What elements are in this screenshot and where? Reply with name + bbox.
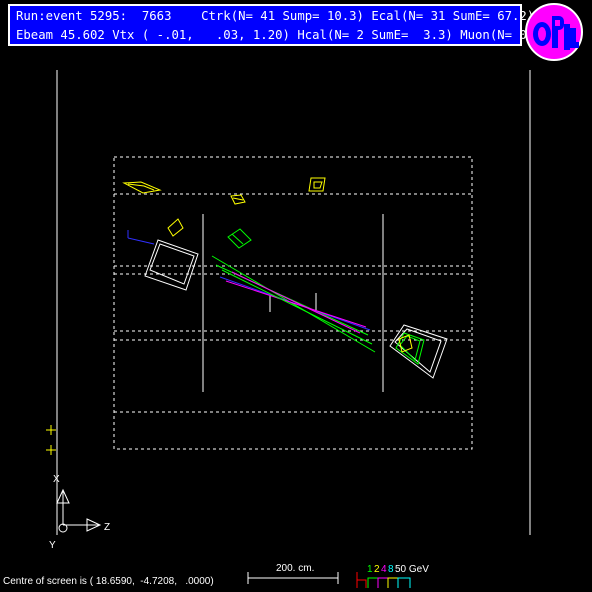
energy-legend-4: 4: [381, 564, 387, 575]
track: [231, 271, 361, 334]
energy-legend-labels: 1 2 4 8 50 GeV: [367, 564, 429, 575]
ecal-green-clusters: [227, 228, 425, 365]
axis-z-label: Z: [104, 522, 110, 533]
axis-y-label: Y: [49, 540, 56, 551]
plus-markers: [46, 425, 56, 455]
ecal-cluster: [308, 177, 326, 192]
hcal-clusters: [144, 239, 448, 379]
ecal-cluster: [230, 194, 246, 205]
ecal-cluster: [122, 181, 162, 194]
energy-legend-8: 8: [388, 564, 394, 575]
tracks: [127, 230, 376, 353]
scale-label: 200. cm.: [276, 563, 314, 574]
energy-legend-50gev: 50 GeV: [395, 564, 429, 575]
axis-indicator: [56, 488, 102, 533]
track: [225, 280, 367, 328]
ecal-cluster: [227, 228, 252, 249]
hcal-cluster-left: [144, 239, 199, 291]
track: [221, 269, 373, 345]
ecal-yellow-clusters: [122, 177, 413, 353]
hcal-cluster-right: [389, 324, 448, 379]
energy-legend-2: 2: [374, 564, 380, 575]
centre-of-screen-text: Centre of screen is ( 18.6590, -4.7208, …: [3, 576, 214, 587]
ecal-cluster: [167, 218, 184, 237]
energy-legend-1: 1: [367, 564, 373, 575]
axis-x-label: X: [53, 474, 60, 485]
event-display: X Z Y 200. cm. 1 2 4 8 50 GeV: [46, 70, 531, 588]
track: [127, 237, 155, 245]
track: [211, 255, 376, 353]
